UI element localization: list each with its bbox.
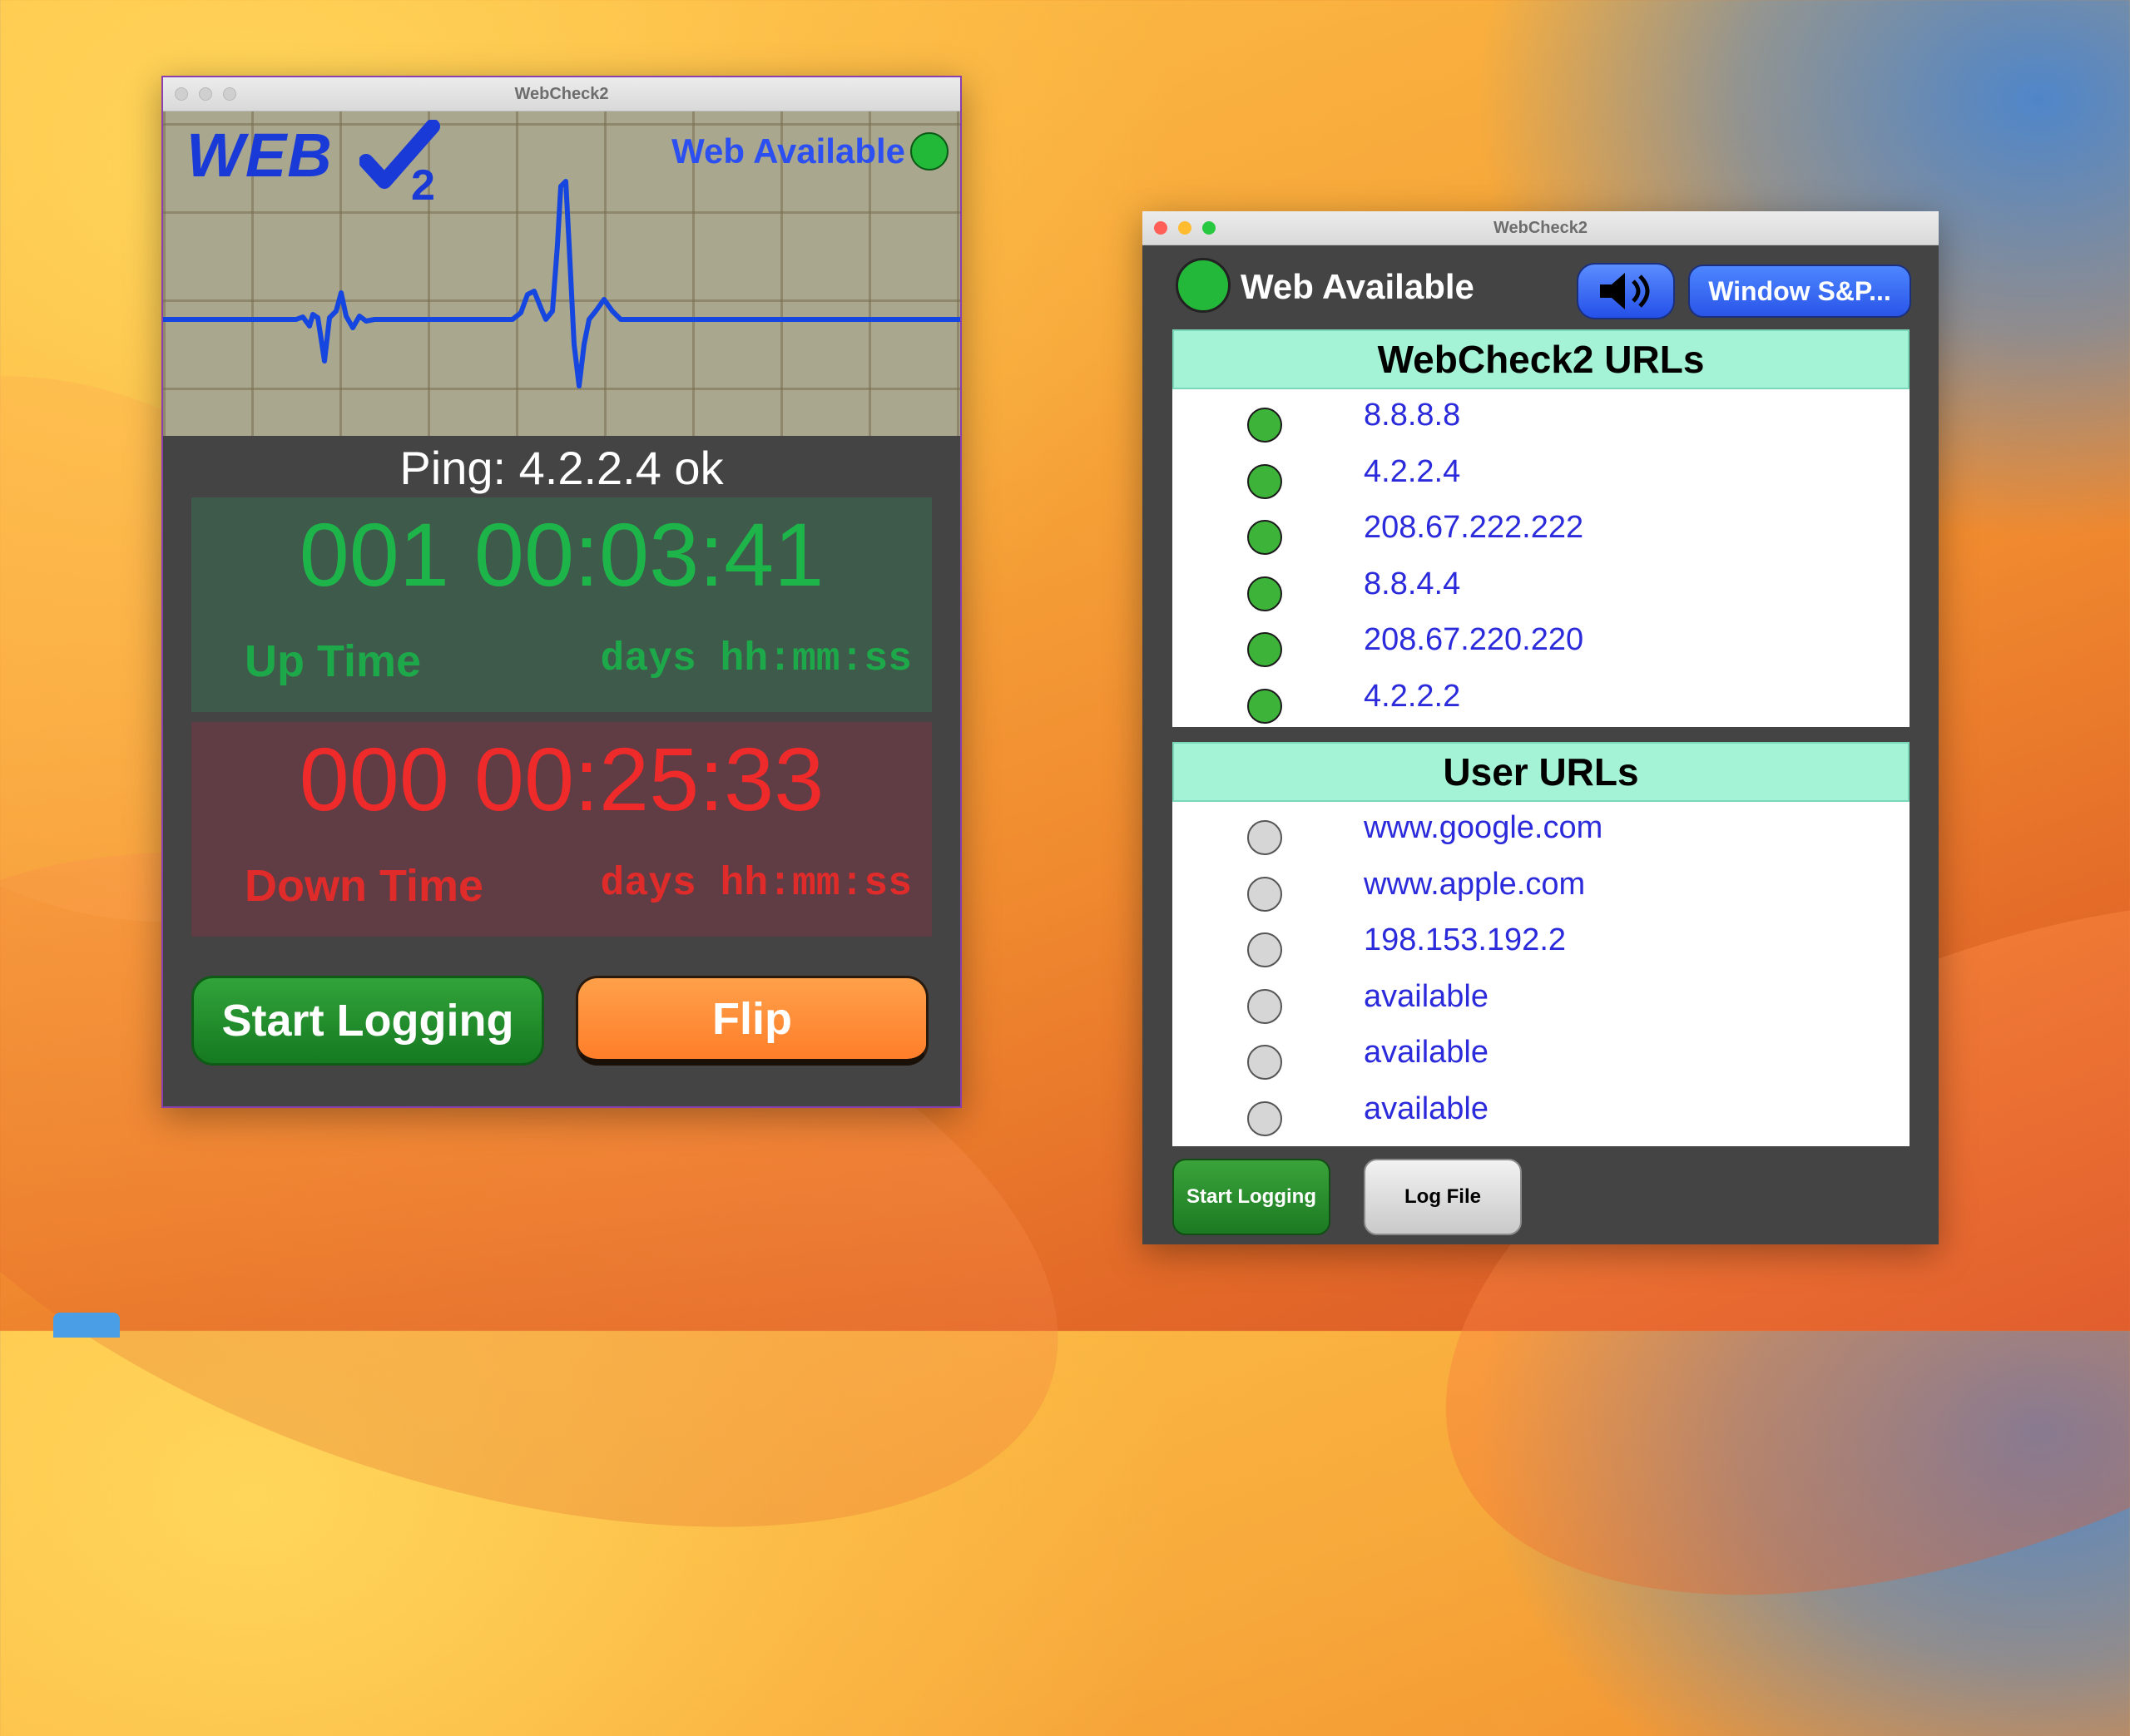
url-status-indicator [1247,988,1282,1024]
speaker-icon [1600,273,1650,309]
url-status-indicator [1247,688,1282,724]
user-urls-panel: User URLs www.google.com www.apple.com 198… [1172,742,1910,1146]
folder-icon[interactable] [53,1313,120,1338]
webcheck-urls-window: WebCheck2 Web Available Window S&P... We… [1142,211,1939,1244]
url-status-indicator [1247,520,1282,556]
webcheck-urls-header: WebCheck2 URLs [1172,329,1910,389]
close-button[interactable] [175,87,188,101]
url-row[interactable]: available [1172,971,1910,1027]
url-row[interactable]: available [1172,1083,1910,1140]
sound-toggle-button[interactable] [1577,263,1675,319]
web-status-label: Web Available [671,131,905,171]
url-text: available [1364,1035,1489,1071]
url-status-indicator [1247,463,1282,499]
url-text: 4.2.2.2 [1364,678,1461,714]
url-row[interactable]: 8.8.4.4 [1172,558,1910,615]
url-row[interactable]: 4.2.2.2 [1172,670,1910,727]
ping-status: Ping: 4.2.2.4 ok [399,442,724,494]
minimize-button[interactable] [199,87,212,101]
zoom-button[interactable] [223,87,236,101]
url-row[interactable]: 198.153.192.2 [1172,914,1910,971]
url-status-indicator [1247,632,1282,668]
url-text: 8.8.4.4 [1364,566,1461,601]
url-status-indicator [1247,1100,1282,1136]
url-text: 208.67.222.222 [1364,510,1584,546]
start-logging-button[interactable]: Start Logging [1172,1159,1330,1235]
url-row[interactable]: 208.67.222.222 [1172,502,1910,558]
url-text: available [1364,978,1489,1014]
url-status-indicator [1247,932,1282,968]
webcheck-urls-panel: WebCheck2 URLs 8.8.8.8 4.2.2.4 208.67.222.… [1172,329,1910,727]
window-settings-button[interactable]: Window S&P... [1688,265,1911,318]
url-text: 8.8.8.8 [1364,398,1461,433]
window-title: WebCheck2 [1493,218,1588,237]
webcheck-main-window: WebCheck2 WEB 2 Web Available Ping: 4.2.… [161,76,962,1108]
url-status-indicator [1247,820,1282,855]
url-status-indicator [1247,576,1282,611]
downtime-value: 000 00:25:33 [299,729,825,829]
window-controls [1154,221,1216,235]
uptime-format: days hh:mm:ss [600,637,912,682]
log-file-button[interactable]: Log File [1364,1159,1522,1235]
start-logging-button[interactable]: Start Logging [191,976,544,1066]
url-row[interactable]: www.apple.com [1172,858,1910,915]
status-indicator [910,132,949,171]
web-status-label: Web Available [1241,267,1474,306]
window-controls [175,87,236,101]
urls-button-row: Start Logging Log File [1172,1159,1522,1235]
title-bar[interactable]: WebCheck2 [1142,211,1939,245]
url-text: www.google.com [1364,810,1603,845]
downtime-format: days hh:mm:ss [600,862,912,907]
window-title: WebCheck2 [514,84,609,103]
close-button[interactable] [1154,221,1167,235]
downtime-label: Down Time [245,861,484,911]
main-button-row: Start Logging Flip [191,976,929,1066]
url-row[interactable]: 8.8.8.8 [1172,389,1910,446]
url-row[interactable]: available [1172,1026,1910,1083]
url-row[interactable]: 208.67.220.220 [1172,614,1910,670]
user-urls-list: www.google.com www.apple.com 198.153.192.2… [1172,802,1910,1140]
url-row[interactable]: 4.2.2.4 [1172,446,1910,502]
webcheck-urls-list: 8.8.8.8 4.2.2.4 208.67.222.222 8.8.4.4 208.6… [1172,389,1910,727]
url-text: 198.153.192.2 [1364,922,1567,958]
url-text: available [1364,1091,1489,1126]
app-logo: WEB [186,121,333,190]
title-bar[interactable]: WebCheck2 [163,77,960,111]
url-text: 4.2.2.4 [1364,453,1461,489]
url-row[interactable]: www.google.com [1172,802,1910,858]
uptime-label: Up Time [245,636,422,686]
user-urls-header: User URLs [1172,742,1910,802]
status-indicator [1176,258,1231,313]
url-text: www.apple.com [1364,866,1586,902]
url-text: 208.67.220.220 [1364,622,1584,658]
oscilloscope-display: WEB 2 Web Available [163,111,960,436]
url-status-indicator [1247,876,1282,912]
downtime-panel: 000 00:25:33 Down Time days hh:mm:ss [191,722,932,937]
logo-subscript: 2 [411,161,435,203]
url-status-indicator [1247,408,1282,443]
uptime-value: 001 00:03:41 [299,504,825,605]
checkmark-logo-icon: 2 [359,120,440,203]
flip-button[interactable]: Flip [576,976,929,1066]
minimize-button[interactable] [1178,221,1191,235]
zoom-button[interactable] [1202,221,1216,235]
uptime-panel: 001 00:03:41 Up Time days hh:mm:ss [191,497,932,712]
url-status-indicator [1247,1045,1282,1081]
